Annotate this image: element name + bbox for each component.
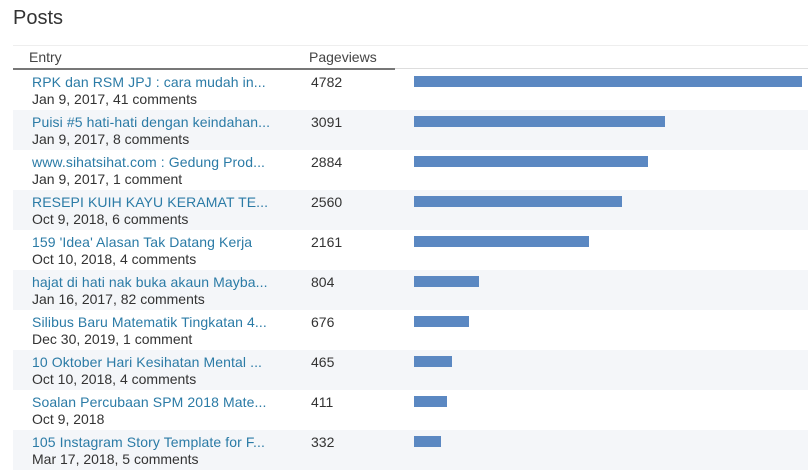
pageviews-bar [414,276,479,287]
table-row: Silibus Baru Matematik Tingkatan 4... Dec… [13,310,808,350]
pageviews-value: 4782 [311,74,343,90]
pageviews-bar-track [414,396,802,407]
pageviews-bar-track [414,116,802,127]
post-title-link[interactable]: 10 Oktober Hari Kesihatan Mental ... [32,354,272,370]
post-title-link[interactable]: Puisi #5 hati-hati dengan keindahan... [32,114,272,130]
pageviews-value: 2161 [311,234,343,250]
post-meta: Jan 9, 2017, 8 comments [32,131,190,147]
pageviews-value: 411 [311,394,334,410]
post-meta: Oct 10, 2018, 4 comments [32,251,197,267]
post-title-link[interactable]: Soalan Percubaan SPM 2018 Mate... [32,394,272,410]
post-title-link[interactable]: RESEPI KUIH KAYU KERAMAT TE... [32,194,272,210]
pageviews-value: 2560 [311,194,343,210]
table-row: 105 Instagram Story Template for F... Mar… [13,430,808,470]
column-header-entry[interactable]: Entry [29,49,62,65]
header-divider-light [395,68,808,69]
table-row: 10 Oktober Hari Kesihatan Mental ... Oct … [13,350,808,390]
post-meta: Oct 9, 2018, 6 comments [32,211,189,227]
post-meta: Oct 9, 2018 [32,411,105,427]
post-meta: Jan 16, 2017, 82 comments [32,291,205,307]
pageviews-bar [414,436,441,447]
table-row: RPK dan RSM JPJ : cara mudah in... Jan 9,… [13,70,808,110]
table-row: RESEPI KUIH KAYU KERAMAT TE... Oct 9, 201… [13,190,808,230]
pageviews-bar-track [414,156,802,167]
pageviews-bar [414,156,648,167]
post-title-link[interactable]: 105 Instagram Story Template for F... [32,434,272,450]
pageviews-bar [414,316,469,327]
pageviews-bar-track [414,316,802,327]
table-row: www.sihatsihat.com : Gedung Prod... Jan 9… [13,150,808,190]
pageviews-bar [414,236,589,247]
pageviews-value: 3091 [311,114,343,130]
pageviews-bar [414,396,447,407]
post-title-link[interactable]: RPK dan RSM JPJ : cara mudah in... [32,74,272,90]
column-header-pageviews[interactable]: Pageviews [309,49,377,65]
table-header: Entry Pageviews [13,45,808,70]
pageviews-value: 804 [311,274,335,290]
post-title-link[interactable]: Silibus Baru Matematik Tingkatan 4... [32,314,272,330]
post-title-link[interactable]: hajat di hati nak buka akaun Mayba... [32,274,272,290]
table-row: hajat di hati nak buka akaun Mayba... Jan… [13,270,808,310]
pageviews-bar-track [414,236,802,247]
post-title-link[interactable]: www.sihatsihat.com : Gedung Prod... [32,154,272,170]
pageviews-bar-track [414,76,802,87]
post-meta: Jan 9, 2017, 1 comment [32,171,183,187]
table-row: 159 'Idea' Alasan Tak Datang Kerja Oct 10… [13,230,808,270]
pageviews-bar [414,356,452,367]
post-title-link[interactable]: 159 'Idea' Alasan Tak Datang Kerja [32,234,272,250]
pageviews-bar [414,116,665,127]
post-meta: Dec 30, 2019, 1 comment [32,331,193,347]
pageviews-bar-track [414,356,802,367]
pageviews-bar-track [414,276,802,287]
pageviews-bar-track [414,196,802,207]
pageviews-value: 465 [311,354,335,370]
table-row: Soalan Percubaan SPM 2018 Mate... Oct 9, … [13,390,808,430]
pageviews-bar [414,76,802,87]
pageviews-bar-track [414,436,802,447]
table-row: Puisi #5 hati-hati dengan keindahan... Ja… [13,110,808,150]
posts-table: RPK dan RSM JPJ : cara mudah in... Jan 9,… [13,70,808,470]
post-meta: Mar 17, 2018, 5 comments [32,451,199,467]
pageviews-value: 2884 [311,154,343,170]
pageviews-value: 332 [311,434,335,450]
pageviews-bar [414,196,622,207]
page-title: Posts [13,7,64,29]
post-meta: Jan 9, 2017, 41 comments [32,91,197,107]
pageviews-value: 676 [311,314,335,330]
post-meta: Oct 10, 2018, 4 comments [32,371,197,387]
